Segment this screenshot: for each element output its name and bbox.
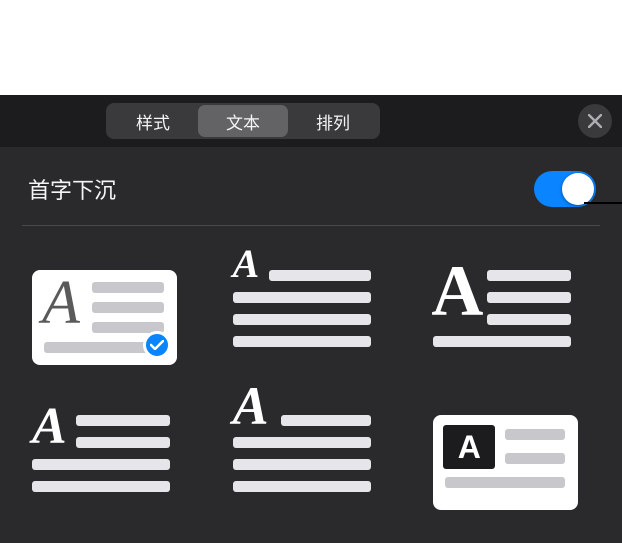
callout-line	[584, 202, 622, 204]
close-icon	[588, 114, 602, 128]
dropcap-row: 首字下沉	[22, 165, 600, 226]
dropcap-letter-icon: A	[32, 397, 67, 456]
close-button[interactable]	[578, 104, 612, 138]
segmented-control: 样式 文本 排列	[106, 103, 380, 139]
dropcap-option-3[interactable]: A	[433, 270, 578, 365]
dropcap-grid: A A A A	[22, 226, 600, 510]
toggle-knob	[562, 173, 594, 205]
dropcap-option-4[interactable]: A	[32, 415, 177, 510]
tab-text[interactable]: 文本	[198, 105, 288, 137]
selected-check-icon	[143, 331, 171, 359]
dropcap-letter-icon: A	[458, 429, 481, 466]
dropcap-option-2[interactable]: A	[233, 270, 378, 365]
dropcap-label: 首字下沉	[28, 173, 116, 205]
format-panel: 样式 文本 排列 首字下沉 A	[0, 95, 622, 543]
dropcap-option-1[interactable]: A	[32, 270, 177, 365]
dropcap-letter-icon: A	[233, 240, 260, 287]
dropcap-option-5[interactable]: A	[233, 415, 378, 510]
tab-arrange[interactable]: 排列	[288, 105, 378, 137]
tab-style[interactable]: 样式	[108, 105, 198, 137]
panel-header: 样式 文本 排列	[0, 95, 622, 147]
panel-content: 首字下沉 A A	[0, 147, 622, 528]
dropcap-option-6[interactable]: A	[433, 415, 578, 510]
dropcap-letter-icon: A	[431, 250, 483, 333]
dropcap-letter-icon: A	[233, 375, 269, 437]
dropcap-letter-icon: A	[42, 268, 80, 339]
